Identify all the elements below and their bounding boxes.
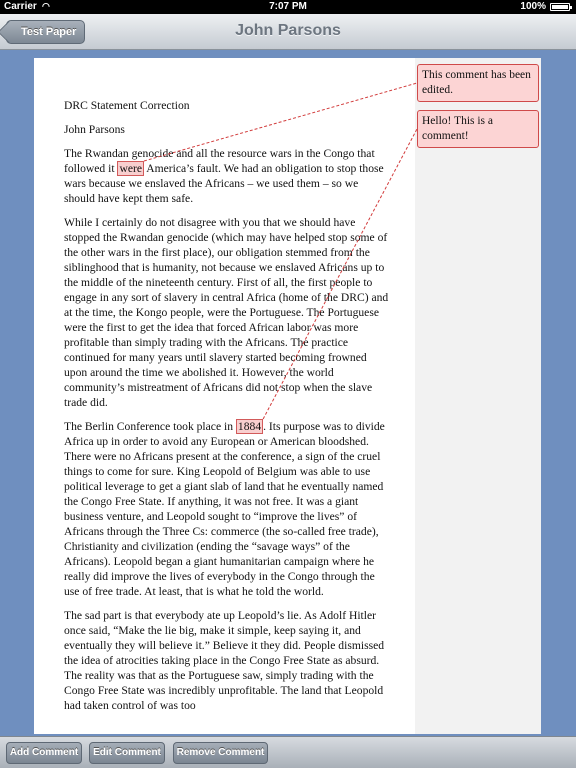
- paragraph-4: The sad part is that everybody ate up Le…: [64, 609, 385, 712]
- page-title: John Parsons: [235, 22, 341, 39]
- edit-comment-button[interactable]: Edit Comment: [89, 742, 165, 764]
- status-bar: Carrier ◠ 7:07 PM 100%: [0, 0, 576, 14]
- add-comment-button[interactable]: Add Comment: [6, 742, 82, 764]
- document-heading: DRC Statement Correction: [64, 99, 190, 112]
- navigation-bar: Test Paper John Parsons: [0, 14, 576, 50]
- battery-percent: 100%: [520, 1, 546, 12]
- highlighted-text-1884[interactable]: 1884: [235, 419, 264, 434]
- paper-document[interactable]: DRC Statement Correction John Parsons Th…: [34, 58, 415, 734]
- paragraph-3: The Berlin Conference took place in 1884…: [64, 419, 385, 598]
- comment-bubble-hello[interactable]: Hello! This is a comment!: [417, 110, 539, 148]
- document-author: John Parsons: [64, 123, 125, 136]
- comment-bubble-edited[interactable]: This comment has been edited.: [417, 64, 539, 102]
- clock: 7:07 PM: [269, 1, 307, 12]
- paragraph-1: The Rwandan genocide and all the resourc…: [64, 147, 384, 205]
- remove-comment-button[interactable]: Remove Comment: [173, 742, 268, 764]
- battery-icon: [550, 3, 572, 11]
- comment-margin: [415, 58, 541, 734]
- paper-content: DRC Statement Correction John Parsons Th…: [64, 98, 390, 722]
- highlighted-text-were[interactable]: were: [117, 161, 144, 176]
- paragraph-2: While I certainly do not disagree with y…: [64, 216, 389, 409]
- bottom-toolbar: Add Comment Edit Comment Remove Comment: [0, 736, 576, 768]
